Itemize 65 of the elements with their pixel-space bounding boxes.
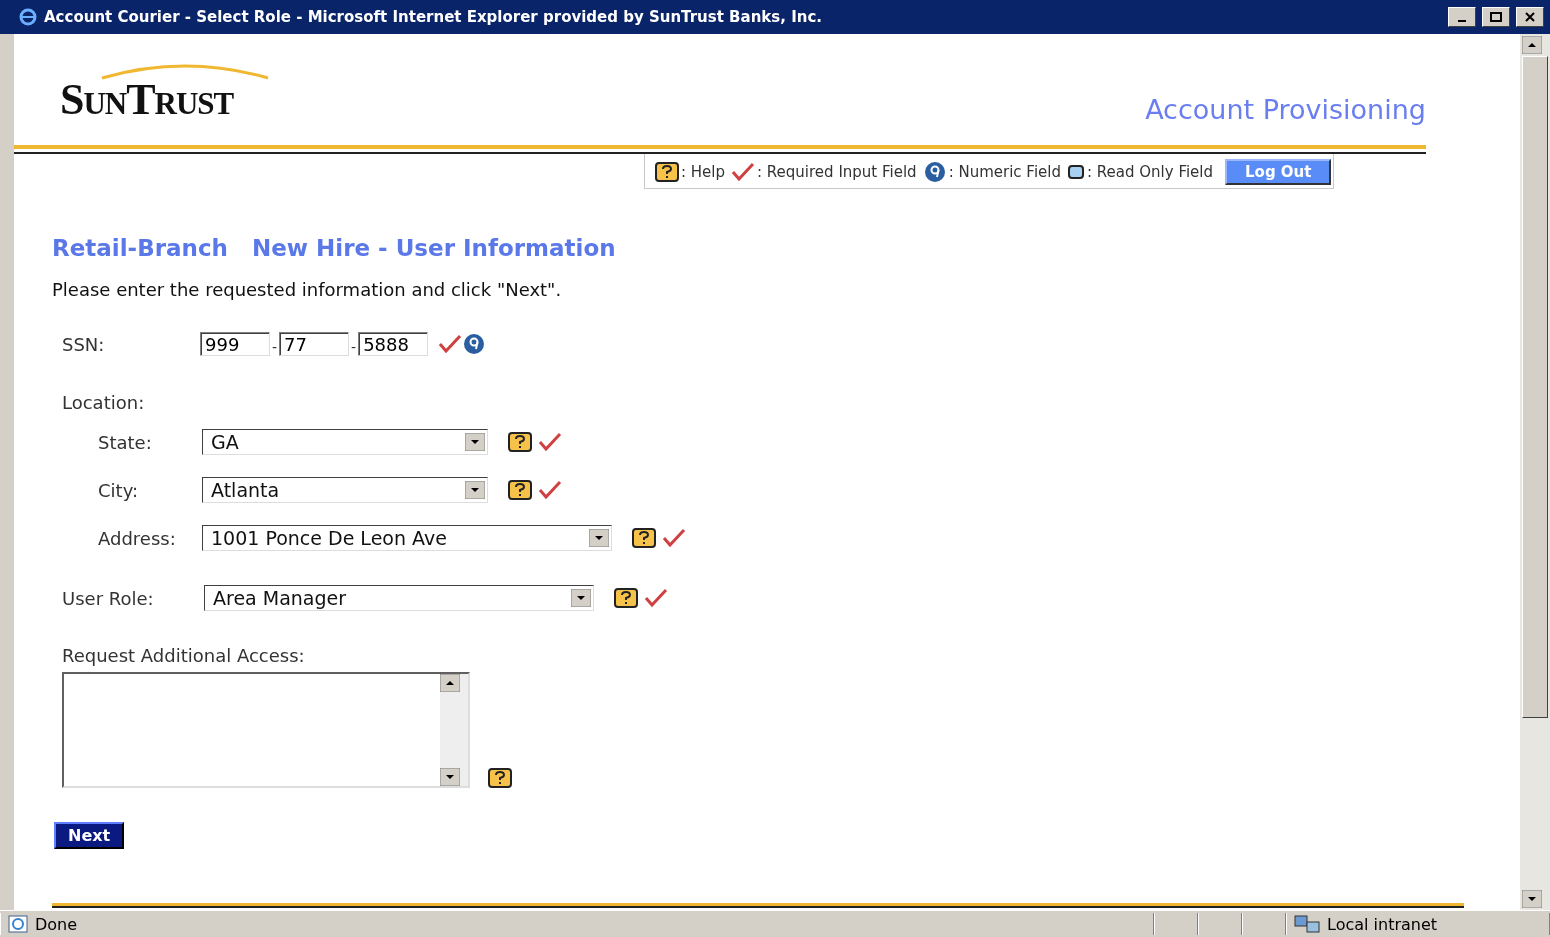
- legend-label: : Read Only Field: [1087, 163, 1214, 181]
- separator-text: -: [272, 339, 278, 355]
- help-icon[interactable]: [508, 480, 532, 500]
- maximize-icon: [1490, 12, 1502, 22]
- field-label: Address:: [98, 527, 177, 549]
- dropdown-field[interactable]: Atlanta: [202, 477, 488, 503]
- close-button[interactable]: [1516, 7, 1544, 27]
- scroll-up-icon[interactable]: [440, 674, 460, 692]
- app-title: Account Provisioning: [1145, 94, 1426, 125]
- legend-label: : Required Input Field: [757, 163, 917, 181]
- field-label: State:: [98, 431, 153, 453]
- caret-icon[interactable]: [465, 481, 485, 499]
- field-label: User Role:: [62, 587, 155, 609]
- separator-text: -: [351, 339, 357, 355]
- checkmark-icon: [438, 334, 463, 354]
- intranet-icon: [1293, 914, 1321, 934]
- dropdown-field[interactable]: GA: [202, 429, 488, 455]
- page-heading: Retail-Branch: [52, 235, 228, 261]
- ssn-input-field[interactable]: 5888: [358, 332, 429, 356]
- field-label: City:: [98, 479, 140, 501]
- help-icon[interactable]: [488, 768, 512, 788]
- minimize-button[interactable]: [1448, 7, 1476, 27]
- maximize-button[interactable]: [1482, 7, 1510, 27]
- numeric-icon: [922, 161, 947, 183]
- status-pane: [1198, 913, 1242, 935]
- caret-icon[interactable]: [465, 433, 485, 451]
- page-heading: New Hire - User Information: [251, 235, 616, 261]
- numeric-icon: [462, 333, 487, 355]
- caret-icon[interactable]: [440, 768, 460, 786]
- scroll-up-icon[interactable]: [1522, 36, 1542, 54]
- checkmark-icon: [538, 480, 562, 500]
- help-icon[interactable]: [655, 162, 679, 182]
- legend-label: : Help: [681, 163, 726, 181]
- checkmark-icon: [644, 588, 668, 608]
- browser-icon: [18, 8, 38, 26]
- ssn-input-field[interactable]: 999: [200, 332, 270, 356]
- help-icon[interactable]: [508, 432, 532, 452]
- ssn-input-field[interactable]: 77: [279, 332, 350, 356]
- page-icon: [7, 914, 29, 934]
- logo: SunTrust: [60, 74, 234, 125]
- help-icon[interactable]: [614, 588, 638, 608]
- minimize-icon: [1458, 20, 1466, 22]
- next-button[interactable]: Next: [54, 822, 125, 849]
- read-only-icon: [1067, 164, 1085, 180]
- section-label: Location:: [62, 392, 145, 413]
- field-label: SSN:: [62, 333, 106, 355]
- checkmark-icon: [662, 528, 686, 548]
- status-text: Done: [35, 914, 78, 934]
- caret-icon[interactable]: [589, 529, 609, 547]
- field-label: Request Additional Access:: [62, 645, 305, 666]
- scrollbar[interactable]: [1520, 34, 1550, 910]
- zone-text: Local intranet: [1327, 914, 1438, 934]
- caret-icon[interactable]: [571, 589, 591, 607]
- text-area[interactable]: [62, 672, 470, 788]
- legend-label: : Numeric Field: [948, 163, 1061, 181]
- dropdown-field[interactable]: 1001 Ponce De Leon Ave: [202, 525, 612, 551]
- scroll-thumb[interactable]: [1522, 56, 1548, 718]
- help-icon[interactable]: [632, 528, 656, 548]
- checkmark-icon: [538, 432, 562, 452]
- close-icon: [1525, 12, 1535, 22]
- checkmark-icon: [731, 162, 756, 182]
- dropdown-field[interactable]: Area Manager: [204, 585, 594, 611]
- caret-icon[interactable]: [1522, 890, 1542, 908]
- instruction-text: Please enter the requested information and click "Next".: [52, 279, 563, 300]
- window-title: Account Courier - Select Role - Microsoft Internet Explorer provided by SunTrust Banks, Inc.: [44, 8, 823, 26]
